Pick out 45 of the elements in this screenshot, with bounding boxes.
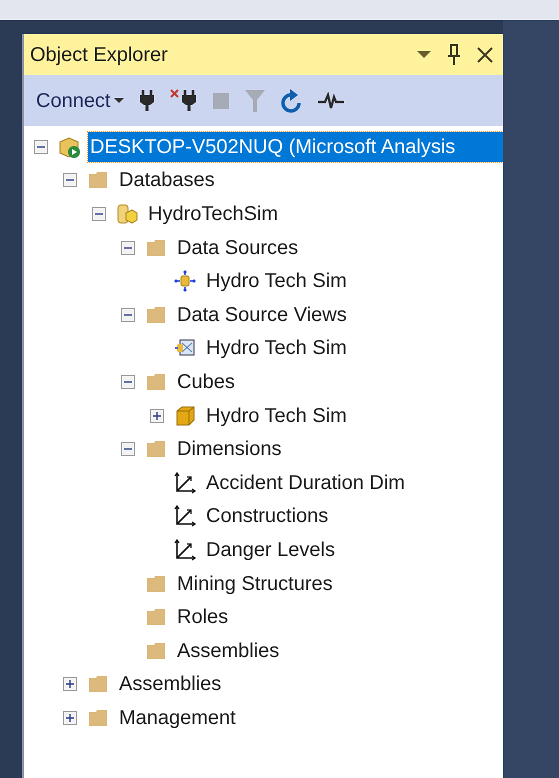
- collapse-toggle-icon[interactable]: [121, 374, 135, 389]
- tree-item[interactable]: Hydro Tech Sim: [204, 400, 349, 431]
- tree-item[interactable]: Danger Levels: [204, 534, 337, 565]
- tree-item[interactable]: Hydro Tech Sim: [204, 266, 349, 296]
- server-icon: [58, 136, 80, 158]
- activity-icon[interactable]: [318, 92, 344, 110]
- plug-icon[interactable]: [138, 88, 156, 112]
- tree-item[interactable]: Management: [117, 702, 238, 733]
- tree-item[interactable]: Databases: [117, 165, 217, 196]
- pin-icon[interactable]: [447, 44, 461, 66]
- tree-item[interactable]: Constructions: [204, 501, 330, 532]
- collapse-toggle-icon[interactable]: [92, 206, 106, 221]
- tree-item[interactable]: Assemblies: [117, 669, 224, 700]
- tree-item[interactable]: Accident Duration Dim: [204, 468, 407, 498]
- expand-toggle-icon[interactable]: [63, 710, 77, 725]
- panel-title: Object Explorer: [30, 42, 169, 68]
- close-icon[interactable]: [477, 46, 493, 62]
- collapse-toggle-icon[interactable]: [121, 442, 135, 456]
- collapse-toggle-icon[interactable]: [63, 173, 77, 188]
- tree-item[interactable]: Cubes: [175, 366, 237, 397]
- tree-item[interactable]: Roles: [175, 602, 230, 632]
- data-source-icon: [174, 270, 196, 292]
- expand-toggle-icon[interactable]: [150, 408, 164, 423]
- dimension-icon: [174, 505, 196, 528]
- dropdown-icon[interactable]: [417, 50, 431, 58]
- collapse-toggle-icon[interactable]: [34, 140, 48, 154]
- disconnect-icon[interactable]: [170, 88, 198, 112]
- tree-item[interactable]: DESKTOP-V502NUQ (Microsoft Analysis: [88, 132, 503, 162]
- expand-toggle-icon[interactable]: [63, 677, 77, 692]
- cube-icon: [174, 404, 196, 427]
- tree-item[interactable]: Data Source Views: [175, 300, 349, 330]
- dimension-icon: [174, 472, 196, 494]
- collapse-toggle-icon[interactable]: [121, 308, 135, 322]
- refresh-icon[interactable]: [280, 88, 304, 114]
- collapse-toggle-icon[interactable]: [121, 240, 135, 255]
- dimension-icon: [174, 538, 196, 561]
- tree-item[interactable]: Mining Structures: [175, 568, 335, 599]
- tree-item[interactable]: HydroTechSim: [146, 198, 280, 229]
- tree-item[interactable]: Data Sources: [175, 232, 300, 263]
- tree-item[interactable]: Dimensions: [175, 434, 284, 464]
- database-icon: [116, 202, 138, 225]
- tree-item[interactable]: Hydro Tech Sim: [204, 333, 349, 364]
- connect-button[interactable]: Connect: [36, 86, 124, 116]
- caret-icon[interactable]: [114, 98, 124, 104]
- tree-item[interactable]: Assemblies: [175, 636, 282, 666]
